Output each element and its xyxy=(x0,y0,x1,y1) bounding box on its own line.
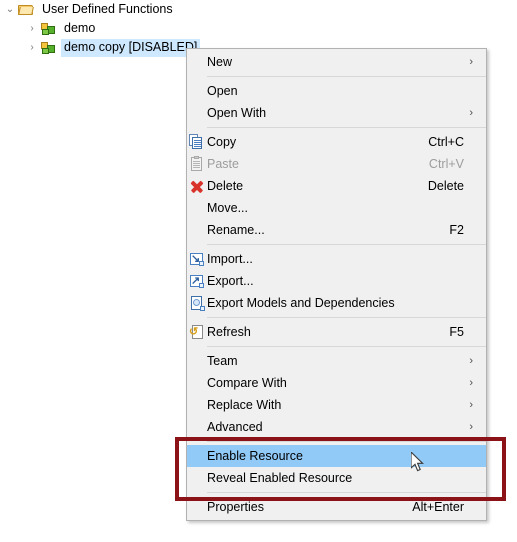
menu-item-label: Properties xyxy=(207,500,264,514)
menu-item-export-models-and-dependencies[interactable]: Export Models and Dependencies xyxy=(187,292,486,314)
menu-icon-gutter xyxy=(187,467,207,489)
menu-icon-gutter xyxy=(187,292,207,314)
menu-separator xyxy=(207,346,486,347)
menu-item-rename[interactable]: Rename... F2 xyxy=(187,219,486,241)
menu-item-label: Export Models and Dependencies xyxy=(207,296,395,310)
tree-item-label: User Defined Functions xyxy=(42,1,173,16)
menu-item-label: Export... xyxy=(207,274,254,288)
paste-icon xyxy=(189,156,205,172)
submenu-chevron-right-icon: › xyxy=(469,107,473,119)
menu-item-label: New xyxy=(207,55,233,69)
copy-icon xyxy=(189,134,205,150)
menu-item-move[interactable]: Move... xyxy=(187,197,486,219)
menu-icon-gutter xyxy=(187,102,207,124)
menu-item-import[interactable]: ↘ Import... xyxy=(187,248,486,270)
export-models-icon xyxy=(189,295,205,311)
menu-item-replace-with[interactable]: Replace With › xyxy=(187,394,486,416)
menu-icon-gutter xyxy=(187,197,207,219)
menu-item-label: Import... xyxy=(207,252,253,266)
menu-icon-gutter xyxy=(187,175,207,197)
menu-item-label: Move... xyxy=(207,201,248,215)
menu-item-label: Copy xyxy=(207,135,237,149)
folder-icon xyxy=(18,2,34,18)
menu-icon-gutter xyxy=(187,496,207,518)
menu-icon-gutter: ↺ xyxy=(187,321,207,343)
delete-icon xyxy=(189,178,205,194)
menu-separator xyxy=(207,244,486,245)
menu-item-shortcut: Ctrl+C xyxy=(428,135,464,149)
menu-item-label: Reveal Enabled Resource xyxy=(207,471,353,485)
menu-item-enable-resource[interactable]: Enable Resource xyxy=(187,445,486,467)
menu-item-label: Paste xyxy=(207,157,239,171)
context-menu[interactable]: New › Open Open With › Copy Ctrl+C Paste Ctrl+V D… xyxy=(186,48,487,521)
menu-icon-gutter xyxy=(187,51,207,73)
menu-item-shortcut: Delete xyxy=(427,179,464,193)
menu-item-advanced[interactable]: Advanced › xyxy=(187,416,486,438)
menu-separator xyxy=(207,76,486,77)
menu-item-label: Team xyxy=(207,354,238,368)
menu-item-label: Open xyxy=(207,84,238,98)
menu-item-label: Rename... xyxy=(207,223,265,237)
menu-icon-gutter xyxy=(187,219,207,241)
submenu-chevron-right-icon: › xyxy=(469,399,473,411)
menu-icon-gutter xyxy=(187,80,207,102)
menu-item-paste: Paste Ctrl+V xyxy=(187,153,486,175)
chevron-right-icon[interactable]: › xyxy=(26,42,38,54)
menu-item-shortcut: F2 xyxy=(449,223,464,237)
menu-item-export[interactable]: ↗ Export... xyxy=(187,270,486,292)
menu-item-label: Refresh xyxy=(207,325,251,339)
menu-item-new[interactable]: New › xyxy=(187,51,486,73)
menu-item-open-with[interactable]: Open With › xyxy=(187,102,486,124)
menu-item-label: Replace With xyxy=(207,398,282,412)
tree-row[interactable]: ⌄ User Defined Functions xyxy=(0,0,517,19)
menu-separator xyxy=(207,441,486,442)
menu-item-shortcut: Alt+Enter xyxy=(412,500,464,514)
import-icon: ↘ xyxy=(189,251,205,267)
menu-item-team[interactable]: Team › xyxy=(187,350,486,372)
menu-icon-gutter xyxy=(187,394,207,416)
menu-item-copy[interactable]: Copy Ctrl+C xyxy=(187,131,486,153)
menu-item-compare-with[interactable]: Compare With › xyxy=(187,372,486,394)
menu-item-label: Enable Resource xyxy=(207,449,303,463)
tree-item-label: demo copy [DISABLED] xyxy=(61,38,201,57)
menu-icon-gutter: ↗ xyxy=(187,270,207,292)
menu-item-properties[interactable]: Properties Alt+Enter xyxy=(187,496,486,518)
menu-icon-gutter xyxy=(187,416,207,438)
menu-icon-gutter: ↘ xyxy=(187,248,207,270)
menu-item-shortcut: Ctrl+V xyxy=(428,157,464,171)
submenu-chevron-right-icon: › xyxy=(469,377,473,389)
menu-item-delete[interactable]: Delete Delete xyxy=(187,175,486,197)
menu-item-reveal-enabled-resource[interactable]: Reveal Enabled Resource xyxy=(187,467,486,489)
menu-icon-gutter xyxy=(187,131,207,153)
menu-item-open[interactable]: Open xyxy=(187,80,486,102)
chevron-right-icon[interactable]: › xyxy=(26,23,38,35)
tree-item-label: demo xyxy=(64,20,96,35)
tree-row[interactable]: › demo xyxy=(0,19,517,38)
menu-item-label: Compare With xyxy=(207,376,287,390)
menu-item-shortcut: F5 xyxy=(449,325,464,339)
export-icon: ↗ xyxy=(189,273,205,289)
submenu-chevron-right-icon: › xyxy=(469,56,473,68)
menu-icon-gutter xyxy=(187,372,207,394)
chevron-down-icon[interactable]: ⌄ xyxy=(4,4,16,16)
menu-separator xyxy=(207,317,486,318)
menu-icon-gutter xyxy=(187,350,207,372)
function-icon xyxy=(40,21,56,37)
menu-item-label: Delete xyxy=(207,179,244,193)
submenu-chevron-right-icon: › xyxy=(469,421,473,433)
submenu-chevron-right-icon: › xyxy=(469,355,473,367)
menu-icon-gutter xyxy=(187,445,207,467)
menu-item-label: Open With xyxy=(207,106,267,120)
menu-icon-gutter xyxy=(187,153,207,175)
menu-item-refresh[interactable]: ↺ Refresh F5 xyxy=(187,321,486,343)
menu-separator xyxy=(207,492,486,493)
menu-separator xyxy=(207,127,486,128)
function-icon xyxy=(40,40,56,56)
menu-item-label: Advanced xyxy=(207,420,263,434)
refresh-icon: ↺ xyxy=(189,324,205,340)
